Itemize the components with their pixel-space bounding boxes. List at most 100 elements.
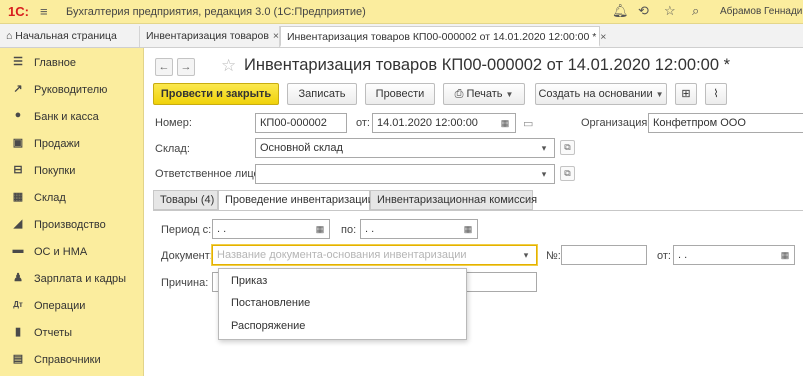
dropdown-option-order[interactable]: Приказ (231, 275, 267, 287)
doc-date-value: . . (678, 249, 688, 261)
open-link-icon[interactable]: ⧉ (560, 140, 575, 155)
search-icon[interactable]: ⌕ (692, 3, 699, 19)
warehouse-value: Основной склад (260, 142, 343, 154)
calendar-icon[interactable]: ▦ (313, 221, 327, 237)
document-label: Документ: (161, 250, 213, 262)
calendar-icon[interactable]: ▦ (461, 221, 475, 237)
sidebar-item-label: Производство (34, 219, 106, 231)
back-button[interactable]: ← (155, 58, 173, 76)
document-field[interactable]: Название документа-основания инвентариза… (212, 245, 537, 265)
post-and-close-button[interactable]: Провести и закрыть (153, 83, 279, 105)
tab-goods[interactable]: Товары (4) (153, 190, 218, 210)
responsible-label: Ответственное лицо: (155, 168, 263, 180)
sidebar: ☰ Главное ↗ Руководителю ● Банк и касса ▣ Пр… (0, 48, 144, 376)
tab-label: Начальная страница (15, 30, 117, 42)
sidebar-item-purchases[interactable]: ⊟ Покупки (0, 158, 144, 185)
sidebar-item-operations[interactable]: Дт Операции (0, 293, 144, 320)
number-label: Номер: (155, 117, 192, 129)
sidebar-item-label: Покупки (34, 165, 76, 177)
title-bar: 1С: ≡ Бухгалтерия предприятия, редакция … (0, 0, 803, 24)
open-link-icon[interactable]: ⧉ (560, 166, 575, 181)
sidebar-item-production[interactable]: ◢ Производство (0, 212, 144, 239)
tab-divider (153, 210, 803, 211)
menu-icon: ☰ (13, 56, 23, 68)
status-icon[interactable]: ▭ (523, 117, 533, 130)
sidebar-item-sales[interactable]: ▣ Продажи (0, 131, 144, 158)
create-based-on-button[interactable]: Создать на основании ▼ (535, 83, 667, 105)
chevron-down-icon[interactable]: ▾ (519, 247, 533, 263)
sidebar-item-main[interactable]: ☰ Главное (0, 50, 144, 77)
doc-date-label: от: (657, 250, 671, 262)
date-value: 14.01.2020 12:00:00 (377, 117, 478, 129)
print-button[interactable]: ⎙ Печать ▼ (443, 83, 525, 105)
print-label: Печать (466, 88, 503, 100)
close-icon[interactable]: × (273, 30, 279, 42)
tab-home[interactable]: ⌂ Начальная страница (0, 26, 140, 47)
sidebar-item-label: Операции (34, 300, 86, 312)
structure-icon: ⊞ (681, 88, 691, 100)
sidebar-item-warehouse[interactable]: ▦ Склад (0, 185, 144, 212)
sidebar-item-payroll[interactable]: ♟ Зарплата и кадры (0, 266, 144, 293)
tab-inventory-document[interactable]: Инвентаризация товаров КП00-000002 от 14… (280, 26, 606, 47)
save-button[interactable]: Записать (287, 83, 357, 105)
sidebar-item-reports[interactable]: ▮ Отчеты (0, 320, 144, 347)
sidebar-item-label: Руководителю (34, 84, 108, 96)
chevron-down-icon[interactable]: ▾ (537, 140, 551, 156)
sidebar-item-management[interactable]: ↗ Руководителю (0, 77, 144, 104)
doc-number-label: №: (546, 250, 561, 262)
number-field[interactable]: КП00-000002 (255, 113, 347, 133)
notifications-icon[interactable]: 🔔︎ (612, 3, 629, 19)
tab-inventory-list[interactable]: Инвентаризация товаров × (140, 26, 280, 47)
forward-button[interactable]: → (177, 58, 195, 76)
date-field[interactable]: 14.01.2020 12:00:00 ▦ (372, 113, 516, 133)
favorites-star-icon[interactable]: ☆ (664, 3, 676, 19)
responsible-field[interactable]: ▾ (255, 164, 555, 184)
document-dropdown: Приказ Постановление Распоряжение (218, 268, 467, 340)
period-to-field[interactable]: . . ▦ (360, 219, 478, 239)
book-icon: ▤ (12, 353, 24, 365)
period-from-field[interactable]: . . ▦ (212, 219, 330, 239)
arrow-left-icon: ← (158, 61, 170, 73)
main-menu-icon[interactable]: ≡ (40, 4, 48, 19)
page-title: Инвентаризация товаров КП00-000002 от 14… (244, 56, 731, 74)
sidebar-item-label: Продажи (34, 138, 80, 150)
period-to-label: по: (341, 224, 357, 236)
sidebar-item-references[interactable]: ▤ Справочники (0, 347, 144, 374)
document-form: ← → ☆ Инвентаризация товаров КП00-000002… (145, 48, 803, 376)
period-from-label: Период с: (161, 224, 212, 236)
tab-inventory-commission[interactable]: Инвентаризационная комиссия (370, 190, 537, 210)
app-logo: 1С: (8, 4, 29, 19)
dropdown-option-resolution[interactable]: Постановление (231, 297, 310, 309)
post-button[interactable]: Провести (365, 83, 435, 105)
period-to-value: . . (365, 223, 375, 235)
calendar-icon[interactable]: ▦ (778, 247, 792, 263)
close-icon[interactable]: × (600, 31, 606, 43)
favorite-star-icon[interactable]: ☆ (221, 56, 236, 76)
dropdown-option-directive[interactable]: Распоряжение (231, 320, 305, 332)
organization-label: Организация: (581, 117, 651, 129)
attach-button[interactable]: ⌇ (705, 83, 727, 105)
history-icon[interactable]: ⟲ (638, 3, 649, 19)
calendar-icon[interactable]: ▦ (498, 115, 512, 131)
organization-field[interactable]: Конфетпром ООО (648, 113, 803, 133)
doc-number-field[interactable] (561, 245, 647, 265)
structure-button[interactable]: ⊞ (675, 83, 697, 105)
cart-icon: ⊟ (13, 164, 23, 176)
tab-inventory-execution[interactable]: Проведение инвентаризации (218, 190, 374, 211)
warehouse-label: Склад: (155, 143, 190, 155)
bag-icon: ▣ (12, 137, 24, 149)
sidebar-item-label: ОС и НМА (34, 246, 88, 258)
paperclip-icon: ⌇ (713, 88, 719, 100)
factory-icon: ◢ (13, 218, 23, 230)
user-name[interactable]: Абрамов Геннадий Се (720, 6, 803, 17)
sidebar-item-label: Банк и касса (34, 111, 99, 123)
warehouse-icon: ▦ (12, 191, 24, 203)
trend-icon: ↗ (13, 83, 23, 95)
warehouse-field[interactable]: Основной склад ▾ (255, 138, 555, 158)
doc-date-field[interactable]: . . ▦ (673, 245, 795, 265)
chevron-down-icon[interactable]: ▾ (537, 166, 551, 182)
sidebar-item-bank[interactable]: ● Банк и касса (0, 104, 144, 131)
document-placeholder: Название документа-основания инвентариза… (217, 249, 467, 261)
sidebar-item-fixed-assets[interactable]: ▬ ОС и НМА (0, 239, 144, 266)
bar-chart-icon: ▮ (14, 326, 22, 338)
